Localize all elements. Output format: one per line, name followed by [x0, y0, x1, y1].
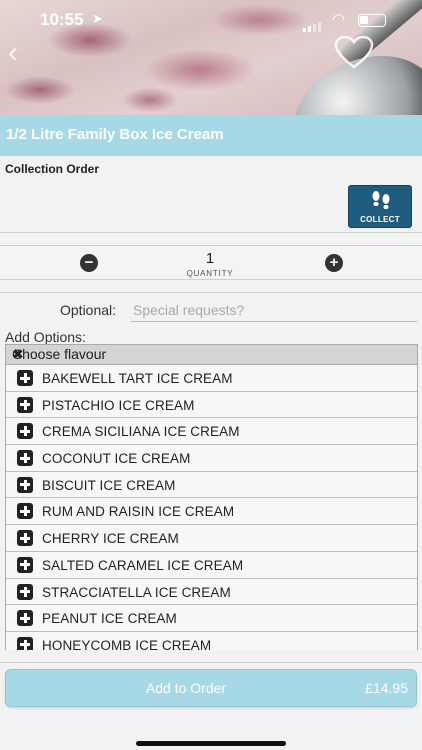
close-icon[interactable]: ✖ [12, 346, 411, 363]
flavour-option[interactable]: PISTACHIO ICE CREAM [6, 391, 417, 419]
battery-icon [358, 14, 386, 27]
product-page: 10:55 ➤ ◠ ‹ 1/2 Litre Family Box Ice Cre… [0, 0, 422, 750]
product-title-bar: 1/2 Litre Family Box Ice Cream [0, 115, 422, 156]
location-icon: ➤ [92, 11, 103, 26]
status-time: 10:55 [40, 10, 84, 29]
collect-label: COLLECT [360, 215, 400, 224]
flavour-group-header: Choose flavour ✖ [6, 345, 417, 365]
flavour-option[interactable]: COCONUT ICE CREAM [6, 445, 417, 472]
wifi-icon: ◠ [332, 11, 346, 28]
flavour-option[interactable]: STRACCIATELLA ICE CREAM [6, 578, 417, 606]
divider [0, 292, 422, 293]
plus-icon[interactable] [17, 450, 33, 467]
divider [0, 279, 422, 280]
plus-icon[interactable] [17, 423, 33, 440]
favorite-heart-icon[interactable] [334, 35, 374, 70]
flavour-option[interactable]: BAKEWELL TART ICE CREAM [6, 365, 417, 392]
plus-icon[interactable] [17, 610, 33, 627]
flavour-option-label: BISCUIT ICE CREAM [42, 477, 176, 493]
flavour-option[interactable]: RUM AND RAISIN ICE CREAM [6, 498, 417, 526]
plus-icon[interactable] [17, 636, 33, 650]
flavour-option[interactable]: CHERRY ICE CREAM [6, 525, 417, 552]
increase-quantity-button[interactable]: + [325, 254, 343, 272]
order-price: £14.95 [365, 680, 408, 696]
quantity-label: QUANTITY [186, 269, 234, 278]
add-to-order-label: Add to Order [145, 680, 227, 696]
collect-button[interactable]: COLLECT [348, 185, 412, 228]
flavour-option[interactable]: CREMA SICILIANA ICE CREAM [6, 418, 417, 446]
plus-icon[interactable] [17, 556, 33, 573]
bottom-bar: Add to Order £14.95 [0, 662, 422, 750]
divider [0, 232, 422, 233]
plus-icon[interactable] [17, 396, 33, 413]
flavour-option-label: STRACCIATELLA ICE CREAM [42, 584, 231, 600]
plus-icon[interactable] [17, 476, 33, 493]
flavour-option[interactable]: BISCUIT ICE CREAM [6, 471, 417, 499]
flavour-option-label: CHERRY ICE CREAM [42, 531, 179, 547]
status-bar: 10:55 ➤ ◠ [0, 8, 422, 32]
flavour-option-label: PEANUT ICE CREAM [42, 611, 177, 627]
product-title: 1/2 Litre Family Box Ice Cream [6, 126, 224, 143]
quantity-stepper: − 1 QUANTITY + [0, 246, 422, 279]
flavour-option[interactable]: PEANUT ICE CREAM [6, 605, 417, 632]
flavour-option-label: PISTACHIO ICE CREAM [42, 397, 195, 413]
plus-icon[interactable] [17, 370, 33, 386]
flavour-options-list: Choose flavour ✖ BAKEWELL TART ICE CREAM… [5, 344, 418, 650]
order-type-label: Collection Order [5, 162, 100, 176]
plus-icon[interactable] [17, 583, 33, 600]
plus-icon[interactable] [17, 503, 33, 520]
special-requests-label: Optional: [60, 302, 117, 318]
plus-icon[interactable] [17, 530, 33, 547]
order-type-section: Collection Order COLLECT [0, 156, 422, 232]
flavour-option-label: RUM AND RAISIN ICE CREAM [42, 504, 235, 520]
special-requests-input[interactable] [131, 298, 417, 322]
add-options-heading: Add Options: [5, 329, 86, 345]
quantity-value: 1 [205, 250, 215, 267]
flavour-option[interactable]: HONEYCOMB ICE CREAM [6, 631, 417, 650]
home-indicator[interactable] [136, 741, 286, 746]
flavour-option[interactable]: SALTED CARAMEL ICE CREAM [6, 551, 417, 579]
decrease-quantity-button[interactable]: − [80, 254, 98, 272]
flavour-option-label: CREMA SICILIANA ICE CREAM [42, 424, 240, 440]
add-to-order-button[interactable]: Add to Order £14.95 [5, 669, 417, 707]
flavour-option-label: HONEYCOMB ICE CREAM [42, 637, 212, 650]
signal-icon [303, 14, 323, 32]
back-icon[interactable]: ‹ [8, 38, 38, 68]
flavour-option-label: COCONUT ICE CREAM [42, 451, 191, 467]
flavour-option-label: BAKEWELL TART ICE CREAM [42, 371, 233, 386]
flavour-option-label: SALTED CARAMEL ICE CREAM [42, 557, 244, 573]
footsteps-icon [372, 191, 390, 209]
